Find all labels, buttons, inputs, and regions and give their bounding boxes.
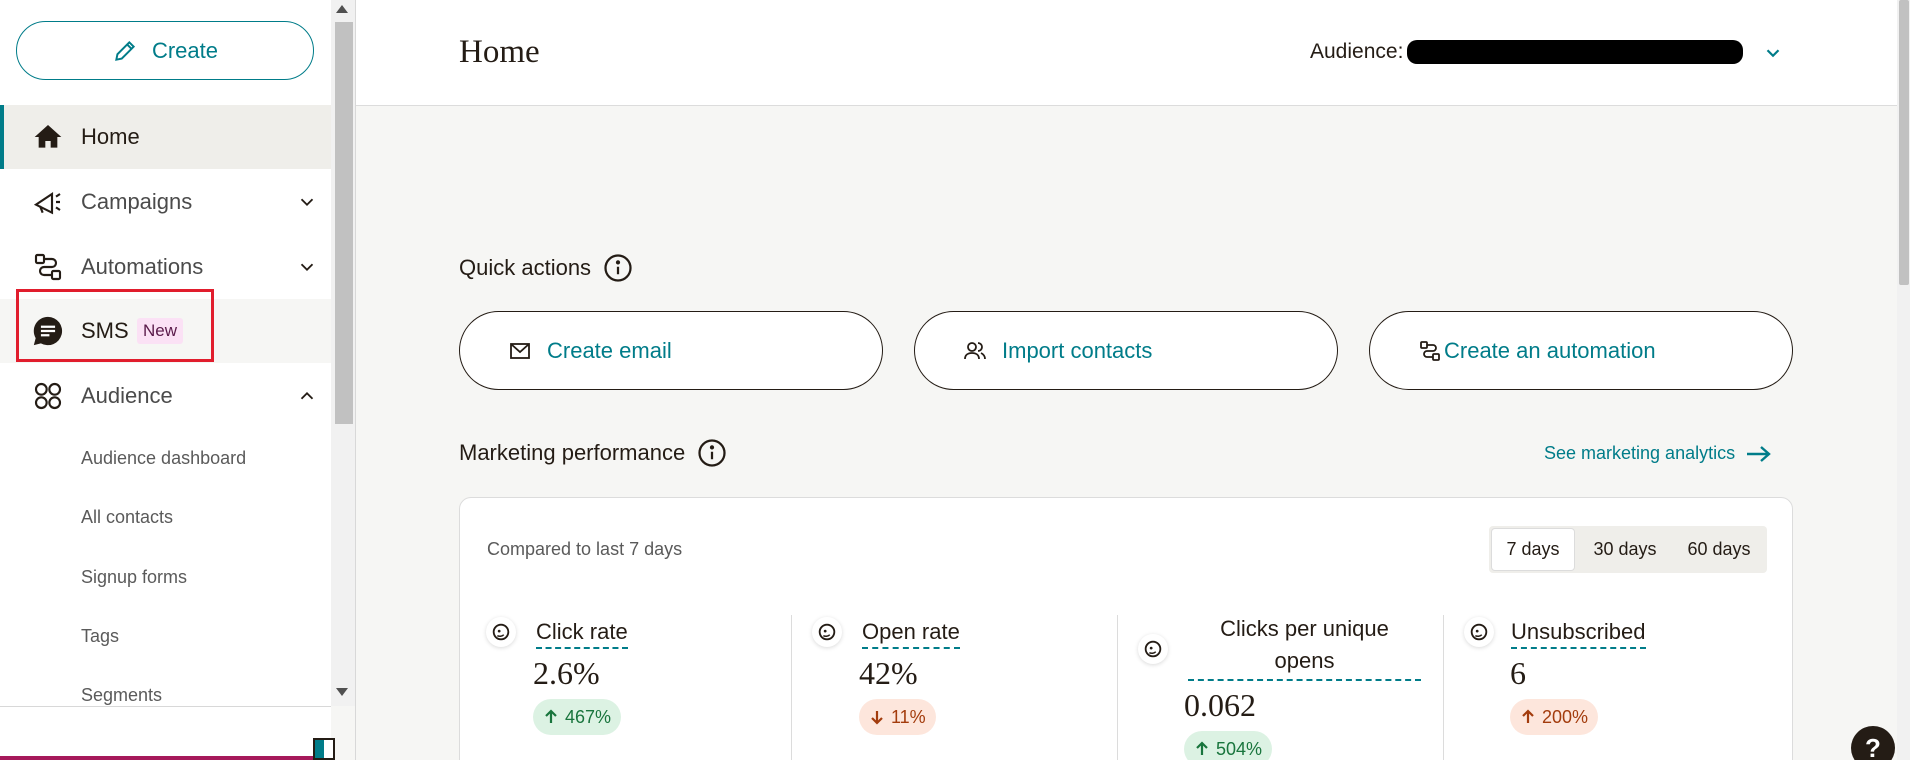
metric-change-value: 11%	[891, 706, 926, 727]
arrow-down-icon	[871, 711, 883, 725]
scroll-down-arrow-icon[interactable]	[336, 688, 348, 696]
range-7-days[interactable]: 7 days	[1492, 529, 1574, 570]
create-email-label: Create email	[547, 337, 672, 363]
audience-label: Audience:	[1310, 40, 1404, 63]
performance-card: Compared to last 7 days 7 days 30 days 6…	[459, 497, 1793, 760]
metric-change-value: 504%	[1216, 738, 1263, 759]
sidebar-scrollbar-thumb[interactable]	[335, 22, 353, 424]
freddie-icon	[1464, 617, 1494, 647]
quick-actions-title: Quick actions	[459, 255, 592, 280]
see-marketing-analytics-label: See marketing analytics	[1544, 443, 1736, 463]
create-automation-button[interactable]: Create an automation	[1369, 311, 1793, 390]
freddie-icon	[812, 617, 842, 647]
metric-value-unsubscribed: 6	[1510, 655, 1526, 691]
sidebar-footer	[0, 706, 331, 760]
chevron-down-icon	[300, 198, 314, 207]
home-icon	[30, 119, 66, 155]
top-header: Home Audience:	[356, 0, 1897, 106]
arrow-up-icon	[1522, 709, 1534, 723]
metric-label-open-rate[interactable]: Open rate	[862, 619, 960, 649]
pencil-icon	[115, 40, 136, 61]
arrow-up-icon	[1196, 741, 1208, 755]
metric-label-clicks-per-unique-opens[interactable]: Clicks per unique opens	[1188, 613, 1421, 681]
metric-change-clicks-per-unique-opens: 504%	[1184, 731, 1273, 760]
compared-text: Compared to last 7 days	[487, 539, 683, 559]
metric-change-open-rate: 11%	[859, 699, 936, 735]
metric-change-value: 200%	[1542, 706, 1589, 727]
sidebar-subitem-all-contacts[interactable]: All contacts	[81, 507, 173, 528]
range-60-days[interactable]: 60 days	[1674, 529, 1764, 570]
sidebar-item-label: Home	[81, 124, 140, 149]
metric-divider	[1117, 615, 1118, 760]
help-button[interactable]: ?	[1851, 726, 1895, 760]
chevron-down-icon	[300, 263, 314, 272]
metric-value-open-rate: 42%	[859, 655, 918, 691]
import-contacts-button[interactable]: Import contacts	[914, 311, 1338, 390]
range-selector: 7 days 30 days 60 days	[1489, 526, 1767, 573]
sidebar-item-label: Campaigns	[81, 189, 193, 214]
range-30-days[interactable]: 30 days	[1577, 529, 1673, 570]
sidebar-toggle-icon[interactable]	[313, 738, 335, 760]
sidebar-item-label: SMS	[81, 318, 129, 343]
marketing-performance-heading: Marketing performance	[459, 438, 727, 468]
sidebar-item-label: Automations	[81, 254, 204, 279]
new-badge: New	[137, 318, 184, 344]
sidebar-item-sms[interactable]: SMS New	[0, 299, 331, 363]
scroll-up-arrow-icon[interactable]	[336, 5, 348, 13]
sidebar-item-label: Audience	[81, 383, 173, 408]
create-automation-label: Create an automation	[1444, 337, 1656, 363]
info-icon[interactable]	[697, 438, 727, 468]
sidebar-divider	[355, 0, 356, 760]
see-marketing-analytics-link[interactable]: See marketing analytics	[1544, 443, 1773, 464]
metric-change-click-rate: 467%	[533, 699, 622, 735]
automation-icon	[30, 249, 66, 285]
audience-selector[interactable]: Audience:	[1310, 40, 1744, 64]
sidebar-item-home[interactable]: Home	[0, 105, 331, 169]
chevron-up-icon	[300, 391, 314, 400]
freddie-icon	[486, 617, 516, 647]
sidebar-subitem-segments[interactable]: Segments	[81, 685, 162, 706]
create-button[interactable]: Create	[16, 21, 314, 80]
envelope-icon	[510, 342, 530, 359]
audience-icon	[30, 378, 66, 414]
sidebar-item-automations[interactable]: Automations	[0, 235, 331, 299]
sidebar-item-campaigns[interactable]: Campaigns	[0, 170, 331, 234]
main-scrollbar-thumb[interactable]	[1899, 0, 1909, 285]
sidebar-subitem-signup-forms[interactable]: Signup forms	[81, 567, 187, 588]
contacts-icon	[964, 341, 986, 359]
metric-value-clicks-per-unique-opens: 0.062	[1184, 687, 1256, 723]
sidebar-accent-line	[0, 756, 331, 760]
create-button-label: Create	[151, 37, 219, 63]
arrow-up-icon	[545, 709, 557, 723]
quick-actions-heading: Quick actions	[459, 253, 633, 283]
sidebar-item-audience[interactable]: Audience	[0, 364, 331, 428]
chat-bubble-icon	[30, 313, 66, 349]
metric-value-click-rate: 2.6%	[533, 655, 600, 691]
sidebar-subitem-tags[interactable]: Tags	[81, 626, 119, 647]
page-title: Home	[459, 34, 540, 70]
metric-divider	[1443, 615, 1444, 760]
sidebar: Create Home Campaigns Automations SMS Ne…	[0, 0, 331, 760]
metric-change-value: 467%	[565, 706, 612, 727]
info-icon[interactable]	[603, 253, 633, 283]
metric-divider	[791, 615, 792, 760]
import-contacts-label: Import contacts	[1002, 337, 1153, 363]
audience-name-redacted	[1407, 40, 1744, 64]
metric-change-unsubscribed: 200%	[1510, 699, 1599, 735]
marketing-performance-title: Marketing performance	[459, 440, 686, 465]
chevron-down-icon[interactable]	[1762, 42, 1784, 64]
megaphone-icon	[30, 184, 66, 220]
create-email-button[interactable]: Create email	[459, 311, 883, 390]
sidebar-subitem-audience-dashboard[interactable]: Audience dashboard	[81, 448, 246, 469]
metric-label-click-rate[interactable]: Click rate	[536, 619, 628, 649]
automation-icon	[1420, 340, 1440, 361]
metric-label-unsubscribed[interactable]: Unsubscribed	[1511, 619, 1646, 649]
arrow-right-icon	[1747, 445, 1771, 462]
freddie-icon	[1138, 634, 1168, 664]
